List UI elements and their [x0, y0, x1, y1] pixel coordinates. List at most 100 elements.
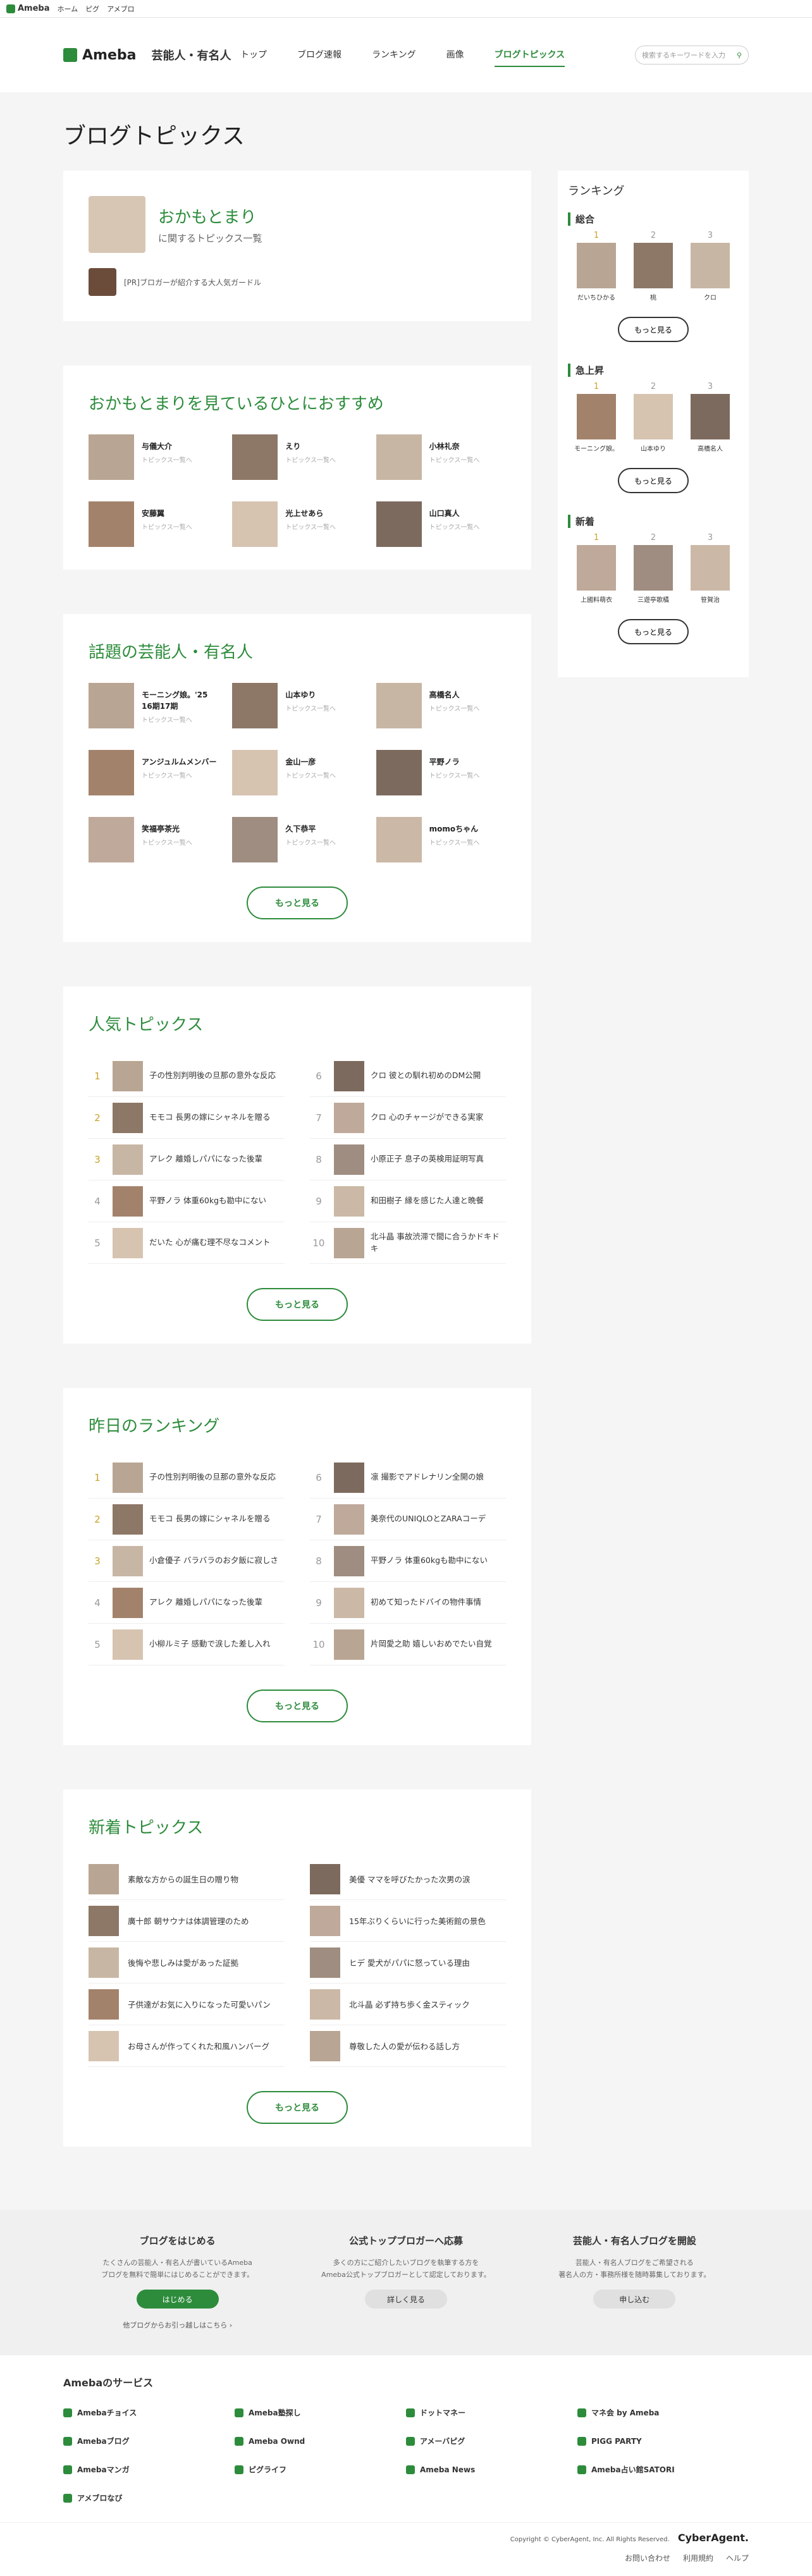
ranking-row[interactable]: 5 小柳ルミ子 感動で涙した差し入れ: [89, 1624, 285, 1665]
person-card[interactable]: 山口真人 トピックス一覧へ: [376, 501, 506, 547]
sidebar-more-button[interactable]: もっと見る: [618, 468, 689, 493]
topics-link[interactable]: トピックス一覧へ: [429, 455, 480, 464]
latest-row[interactable]: お母さんが作ってくれた和風ハンバーグ: [89, 2025, 285, 2067]
person-name[interactable]: 山本ゆり: [285, 689, 336, 701]
topic-title[interactable]: モモコ 長男の嫁にシャネルを贈る: [149, 1513, 270, 1524]
topic-title[interactable]: 美優 ママを呼びたかった次男の涙: [349, 1873, 470, 1885]
nav-top[interactable]: トップ: [240, 43, 267, 67]
topbar-link-pigg[interactable]: ピグ: [85, 4, 99, 14]
topic-title[interactable]: 美奈代のUNIQLOとZARAコーデ: [371, 1513, 486, 1524]
popular-more-button[interactable]: もっと見る: [247, 1288, 348, 1321]
brand[interactable]: Ameba 芸能人・有名人: [63, 47, 240, 63]
topics-link[interactable]: トピックス一覧へ: [142, 770, 216, 780]
service-link[interactable]: Amebaマンガ: [63, 2464, 235, 2475]
topic-title[interactable]: 小原正子 息子の英検用証明写真: [371, 1153, 484, 1165]
cta-button[interactable]: 申し込む: [593, 2290, 676, 2309]
topics-link[interactable]: トピックス一覧へ: [142, 837, 192, 847]
person-name[interactable]: 高橋名人: [429, 689, 480, 701]
sidebar-ranking-item[interactable]: 2桃: [631, 231, 676, 302]
pr-link[interactable]: [PR]ブロガーが紹介する大人気ガードル: [89, 268, 506, 296]
topic-title[interactable]: ヒデ 愛犬がパパに怒っている理由: [349, 1956, 470, 1968]
person-name[interactable]: アンジュルムメンバー: [142, 756, 216, 768]
migration-link[interactable]: 他ブログからお引っ越しはこちら ›: [63, 2320, 292, 2330]
topic-title[interactable]: アレク 離婚しパパになった後輩: [149, 1597, 262, 1608]
service-link[interactable]: Ameba占い館SATORI: [577, 2464, 749, 2475]
topic-title[interactable]: 小倉優子 バラバラのお夕飯に寂しさ: [149, 1555, 278, 1566]
ranking-row[interactable]: 2 モモコ 長男の嫁にシャネルを贈る: [89, 1097, 285, 1139]
person-name[interactable]: 小林礼奈: [429, 441, 480, 452]
ranking-row[interactable]: 5 だいた 心が痛む理不尽なコメント: [89, 1222, 285, 1264]
ranking-row[interactable]: 1 子の性別判明後の旦那の意外な反応: [89, 1055, 285, 1097]
person-card[interactable]: 笑福亭茶光 トピックス一覧へ: [89, 817, 218, 862]
person-name[interactable]: 光上せあら: [285, 508, 336, 519]
latest-row[interactable]: 尊敬した人の愛が伝わる話し方: [310, 2025, 506, 2067]
latest-row[interactable]: ヒデ 愛犬がパパに怒っている理由: [310, 1942, 506, 1984]
topic-title[interactable]: お母さんが作ってくれた和風ハンバーグ: [128, 2040, 269, 2052]
latest-row[interactable]: 15年ぶりくらいに行った美術館の景色: [310, 1900, 506, 1942]
topics-link[interactable]: トピックス一覧へ: [142, 522, 192, 531]
person-card[interactable]: 金山一彦 トピックス一覧へ: [232, 750, 362, 795]
latest-row[interactable]: 子供達がお気に入りになった可愛いパン: [89, 1984, 285, 2025]
person-card[interactable]: 光上せあら トピックス一覧へ: [232, 501, 362, 547]
sidebar-ranking-item[interactable]: 1 モーニング娘。: [574, 382, 619, 453]
person-card[interactable]: 久下恭平 トピックス一覧へ: [232, 817, 362, 862]
ranking-row[interactable]: 7 美奈代のUNIQLOとZARAコーデ: [310, 1499, 506, 1540]
ranking-row[interactable]: 3 小倉優子 バラバラのお夕飯に寂しさ: [89, 1540, 285, 1582]
person-card[interactable]: 平野ノラ トピックス一覧へ: [376, 750, 506, 795]
latest-row[interactable]: 素敵な方からの誕生日の贈り物: [89, 1858, 285, 1900]
sidebar-ranking-item[interactable]: 1 だいちひかる: [574, 231, 619, 302]
topic-title[interactable]: 子の性別判明後の旦那の意外な反応: [149, 1070, 276, 1081]
sidebar-ranking-item[interactable]: 3 笹賀治: [687, 533, 733, 604]
topic-title[interactable]: 後悔や悲しみは愛があった証拠: [128, 1956, 238, 1968]
ameba-logo[interactable]: Ameba: [6, 4, 50, 13]
person-name[interactable]: 平野ノラ: [429, 756, 480, 768]
topic-title[interactable]: 素敵な方からの誕生日の贈り物: [128, 1873, 238, 1885]
ranking-row[interactable]: 6 クロ 彼との馴れ初めのDM公開: [310, 1055, 506, 1097]
service-link[interactable]: マネ会 by Ameba: [577, 2407, 749, 2418]
topic-title[interactable]: 初めて知ったドバイの物件事情: [371, 1597, 481, 1608]
ranking-row[interactable]: 2 モモコ 長男の嫁にシャネルを贈る: [89, 1499, 285, 1540]
sidebar-ranking-item[interactable]: 1 上國料萌衣: [574, 533, 619, 604]
topbar-link-home[interactable]: ホーム: [58, 4, 78, 14]
topic-title[interactable]: 平野ノラ 体重60kgも勘中にない: [149, 1195, 266, 1206]
person-name[interactable]: momoちゃん: [429, 823, 480, 835]
cta-button[interactable]: 詳しく見る: [364, 2290, 447, 2309]
sidebar-ranking-item[interactable]: 3 高橋名人: [687, 382, 733, 453]
topic-title[interactable]: 尊敬した人の愛が伝わる話し方: [349, 2040, 460, 2052]
topic-title[interactable]: 北斗晶 事故渋滞で間に合うかドキドキ: [371, 1231, 506, 1254]
person-name[interactable]: えり: [285, 441, 336, 452]
footer-link-help[interactable]: ヘルプ: [726, 2553, 749, 2563]
ranking-row[interactable]: 9 和田樹子 縁を感じた人達と晩餐: [310, 1181, 506, 1222]
ranking-row[interactable]: 8 平野ノラ 体重60kgも勘中にない: [310, 1540, 506, 1582]
latest-row[interactable]: 後悔や悲しみは愛があった証拠: [89, 1942, 285, 1984]
person-card[interactable]: 高橋名人トピックス一覧へ: [376, 683, 506, 728]
topic-title[interactable]: 子の性別判明後の旦那の意外な反応: [149, 1471, 276, 1483]
ranking-row[interactable]: 8 小原正子 息子の英検用証明写真: [310, 1139, 506, 1181]
service-link[interactable]: Ameba Ownd: [235, 2436, 406, 2446]
yesterday-more-button[interactable]: もっと見る: [247, 1690, 348, 1722]
footer-link-contact[interactable]: お問い合わせ: [625, 2553, 670, 2563]
person-card[interactable]: 安藤翼 トピックス一覧へ: [89, 501, 218, 547]
service-link[interactable]: アメブロなび: [63, 2493, 235, 2503]
service-link[interactable]: Ameba News: [406, 2464, 577, 2475]
topic-title[interactable]: 片岡愛之助 嬉しいおめでたい自覚: [371, 1638, 491, 1650]
service-link[interactable]: Ameba塾探し: [235, 2407, 406, 2418]
person-name[interactable]: 久下恭平: [285, 823, 336, 835]
ranking-row[interactable]: 4 平野ノラ 体重60kgも勘中にない: [89, 1181, 285, 1222]
sidebar-ranking-item[interactable]: 2 山本ゆり: [631, 382, 676, 453]
topics-link[interactable]: トピックス一覧へ: [429, 703, 480, 713]
search-input[interactable]: 検索するキーワードを入力 ⚲: [635, 46, 749, 64]
ranking-row[interactable]: 3 アレク 離婚しパパになった後輩: [89, 1139, 285, 1181]
service-link[interactable]: アメーバピグ: [406, 2436, 577, 2446]
latest-row[interactable]: 美優 ママを呼びたかった次男の涙: [310, 1858, 506, 1900]
person-card[interactable]: 与儀大介 トピックス一覧へ: [89, 434, 218, 480]
ranking-row[interactable]: 10 片岡愛之助 嬉しいおめでたい自覚: [310, 1624, 506, 1665]
topbar-link-ameblo[interactable]: アメブロ: [107, 4, 134, 14]
person-card[interactable]: 山本ゆり トピックス一覧へ: [232, 683, 362, 728]
person-card[interactable]: モーニング娘。'25 16期17期 トピックス一覧へ: [89, 683, 218, 728]
topic-title[interactable]: 15年ぶりくらいに行った美術館の景色: [349, 1915, 486, 1927]
person-card[interactable]: momoちゃん トピックス一覧へ: [376, 817, 506, 862]
topic-title[interactable]: 子供達がお気に入りになった可愛いパン: [128, 1998, 271, 2010]
nav-blog-topics[interactable]: ブログトピックス: [494, 43, 565, 67]
topic-title[interactable]: 廣十郎 朝サウナは体調管理のため: [128, 1915, 249, 1927]
